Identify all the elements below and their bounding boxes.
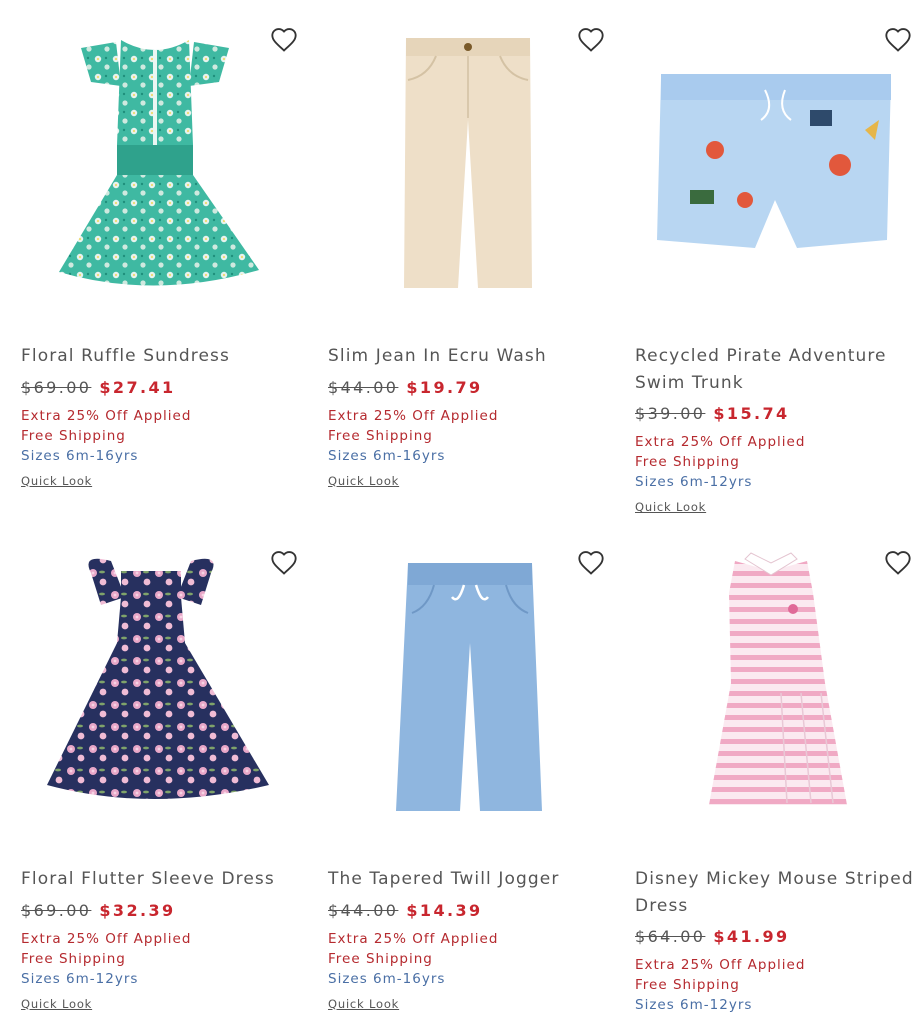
heart-outline-icon[interactable] bbox=[884, 549, 912, 577]
product-name[interactable]: Recycled Pirate Adventure Swim Trunk bbox=[635, 343, 912, 396]
heart-outline-icon[interactable] bbox=[270, 549, 298, 577]
quick-look-link[interactable]: Quick Look bbox=[635, 500, 706, 514]
ecru-jeans-image[interactable] bbox=[328, 0, 615, 310]
promo-text: Extra 25% Off Applied bbox=[328, 930, 499, 947]
product-info: The Tapered Twill Jogger $44.00 $14.39 Ex… bbox=[328, 866, 615, 1012]
sizes-text: Sizes 6m-12yrs bbox=[21, 970, 139, 987]
promo-text: Extra 25% Off Applied bbox=[635, 434, 806, 450]
product-image[interactable] bbox=[635, 523, 912, 833]
product-info: Floral Flutter Sleeve Dress $69.00 $32.39… bbox=[21, 866, 308, 1012]
original-price: $44.00 bbox=[328, 900, 399, 920]
product-name[interactable]: The Tapered Twill Jogger bbox=[328, 866, 615, 893]
product-name[interactable]: Slim Jean In Ecru Wash bbox=[328, 343, 615, 370]
shipping-text: Free Shipping bbox=[635, 454, 740, 470]
product-info: Slim Jean In Ecru Wash $44.00 $19.79 Extr… bbox=[328, 343, 615, 489]
product-name[interactable]: Disney Mickey Mouse Striped Dress bbox=[635, 866, 912, 919]
shipping-text: Free Shipping bbox=[328, 427, 433, 444]
sale-price: $19.79 bbox=[406, 377, 483, 397]
price-row: $64.00 $41.99 bbox=[635, 925, 912, 949]
product-image[interactable] bbox=[328, 523, 615, 833]
original-price: $44.00 bbox=[328, 377, 399, 397]
sale-price: $32.39 bbox=[99, 900, 176, 920]
sizes-text: Sizes 6m-12yrs bbox=[635, 997, 753, 1013]
shipping-text: Free Shipping bbox=[328, 950, 433, 967]
product-grid: Floral Ruffle Sundress $69.00 $27.41 Extr… bbox=[0, 0, 912, 1024]
price-row: $44.00 $14.39 bbox=[328, 899, 615, 923]
pirate-swim-trunk-image[interactable] bbox=[635, 0, 912, 310]
quick-look-link[interactable]: Quick Look bbox=[21, 997, 92, 1011]
original-price: $39.00 bbox=[635, 404, 706, 423]
product-info: Recycled Pirate Adventure Swim Trunk $39… bbox=[635, 343, 912, 515]
navy-floral-dress-image[interactable] bbox=[21, 523, 308, 833]
sizes-text: Sizes 6m-16yrs bbox=[328, 447, 446, 464]
heart-outline-icon[interactable] bbox=[577, 549, 605, 577]
product-image[interactable] bbox=[21, 523, 308, 833]
product-name[interactable]: Floral Flutter Sleeve Dress bbox=[21, 866, 308, 893]
product-image[interactable] bbox=[328, 0, 615, 310]
sizes-text: Sizes 6m-16yrs bbox=[328, 970, 446, 987]
sale-price: $27.41 bbox=[99, 377, 176, 397]
teal-floral-ruffle-dress-image[interactable] bbox=[21, 0, 308, 310]
sizes-text: Sizes 6m-16yrs bbox=[21, 447, 139, 464]
promo-text: Extra 25% Off Applied bbox=[21, 407, 192, 424]
price-row: $69.00 $32.39 bbox=[21, 899, 308, 923]
heart-outline-icon[interactable] bbox=[270, 26, 298, 54]
promo-text: Extra 25% Off Applied bbox=[328, 407, 499, 424]
product-image[interactable] bbox=[21, 0, 308, 310]
shipping-text: Free Shipping bbox=[635, 977, 740, 993]
pink-striped-dress-image[interactable] bbox=[635, 523, 912, 833]
product-image[interactable] bbox=[635, 0, 912, 310]
product-name[interactable]: Floral Ruffle Sundress bbox=[21, 343, 308, 370]
original-price: $69.00 bbox=[21, 377, 92, 397]
heart-outline-icon[interactable] bbox=[884, 26, 912, 54]
sale-price: $41.99 bbox=[713, 927, 790, 946]
product-info: Disney Mickey Mouse Striped Dress $64.00… bbox=[635, 866, 912, 1015]
shipping-text: Free Shipping bbox=[21, 427, 126, 444]
heart-outline-icon[interactable] bbox=[577, 26, 605, 54]
price-row: $39.00 $15.74 bbox=[635, 402, 912, 426]
quick-look-link[interactable]: Quick Look bbox=[328, 997, 399, 1011]
sale-price: $15.74 bbox=[713, 404, 790, 423]
quick-look-link[interactable]: Quick Look bbox=[21, 474, 92, 488]
sale-price: $14.39 bbox=[406, 900, 483, 920]
sizes-text: Sizes 6m-12yrs bbox=[635, 474, 753, 490]
promo-text: Extra 25% Off Applied bbox=[635, 957, 806, 973]
shipping-text: Free Shipping bbox=[21, 950, 126, 967]
quick-look-link[interactable]: Quick Look bbox=[328, 474, 399, 488]
product-info: Floral Ruffle Sundress $69.00 $27.41 Extr… bbox=[21, 343, 308, 489]
original-price: $64.00 bbox=[635, 927, 706, 946]
price-row: $69.00 $27.41 bbox=[21, 376, 308, 400]
promo-text: Extra 25% Off Applied bbox=[21, 930, 192, 947]
blue-jogger-image[interactable] bbox=[328, 523, 615, 833]
price-row: $44.00 $19.79 bbox=[328, 376, 615, 400]
original-price: $69.00 bbox=[21, 900, 92, 920]
